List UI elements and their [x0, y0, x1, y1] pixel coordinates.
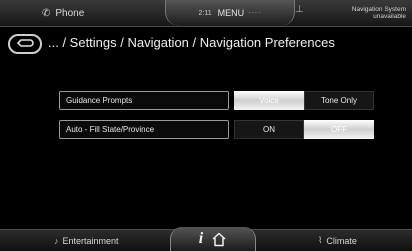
- info-home-tab[interactable]: i: [170, 227, 256, 251]
- phone-icon: ✆: [42, 7, 51, 19]
- option-voice[interactable]: Voice: [234, 91, 304, 110]
- setting-label: Guidance Prompts: [59, 91, 229, 110]
- setting-row-auto-fill: Auto - Fill State/Province ON OFF: [59, 120, 379, 139]
- climate-tab[interactable]: ⌇ Climate: [318, 230, 357, 251]
- back-button[interactable]: [8, 34, 42, 54]
- climate-icon: ⌇: [318, 235, 323, 245]
- back-arrow-icon: [16, 39, 34, 47]
- setting-label: Auto - Fill State/Province: [59, 120, 229, 139]
- clock: 2:11: [198, 9, 212, 17]
- entertainment-label: Entertainment: [62, 235, 119, 246]
- menu-dots: ----: [248, 9, 262, 17]
- bottom-bar: ♪ Entertainment i ⌇ Climate: [0, 227, 412, 251]
- menu-tab-label: MENU: [217, 8, 245, 18]
- phone-tab[interactable]: ✆ Phone: [0, 0, 165, 26]
- navigation-tab[interactable]: ⊥ Navigation System unavailable: [295, 0, 412, 26]
- music-note-icon: ♪: [54, 235, 59, 246]
- option-off[interactable]: OFF: [304, 120, 374, 139]
- phone-tab-label: Phone: [55, 7, 85, 19]
- entertainment-tab[interactable]: ♪ Entertainment: [54, 230, 119, 251]
- home-icon[interactable]: [211, 232, 227, 247]
- setting-row-guidance-prompts: Guidance Prompts Voice Tone Only: [59, 91, 379, 110]
- breadcrumb-row: ... / Settings / Navigation / Navigation…: [0, 30, 412, 56]
- navigation-status-line1: Navigation System: [351, 6, 406, 13]
- menu-tab[interactable]: 2:11 MENU ----: [165, 0, 295, 26]
- navigation-icon: ⊥: [295, 4, 304, 15]
- top-bar: ✆ Phone 2:11 MENU ---- ⊥ Navigation Syst…: [0, 0, 412, 27]
- option-on[interactable]: ON: [234, 120, 304, 139]
- navigation-status: Navigation System unavailable: [352, 6, 406, 20]
- climate-label: Climate: [326, 235, 357, 246]
- navigation-status-line2: unavailable: [373, 13, 406, 20]
- breadcrumb: ... / Settings / Navigation / Navigation…: [48, 35, 335, 50]
- option-tone-only[interactable]: Tone Only: [304, 91, 374, 110]
- info-icon[interactable]: i: [199, 230, 203, 248]
